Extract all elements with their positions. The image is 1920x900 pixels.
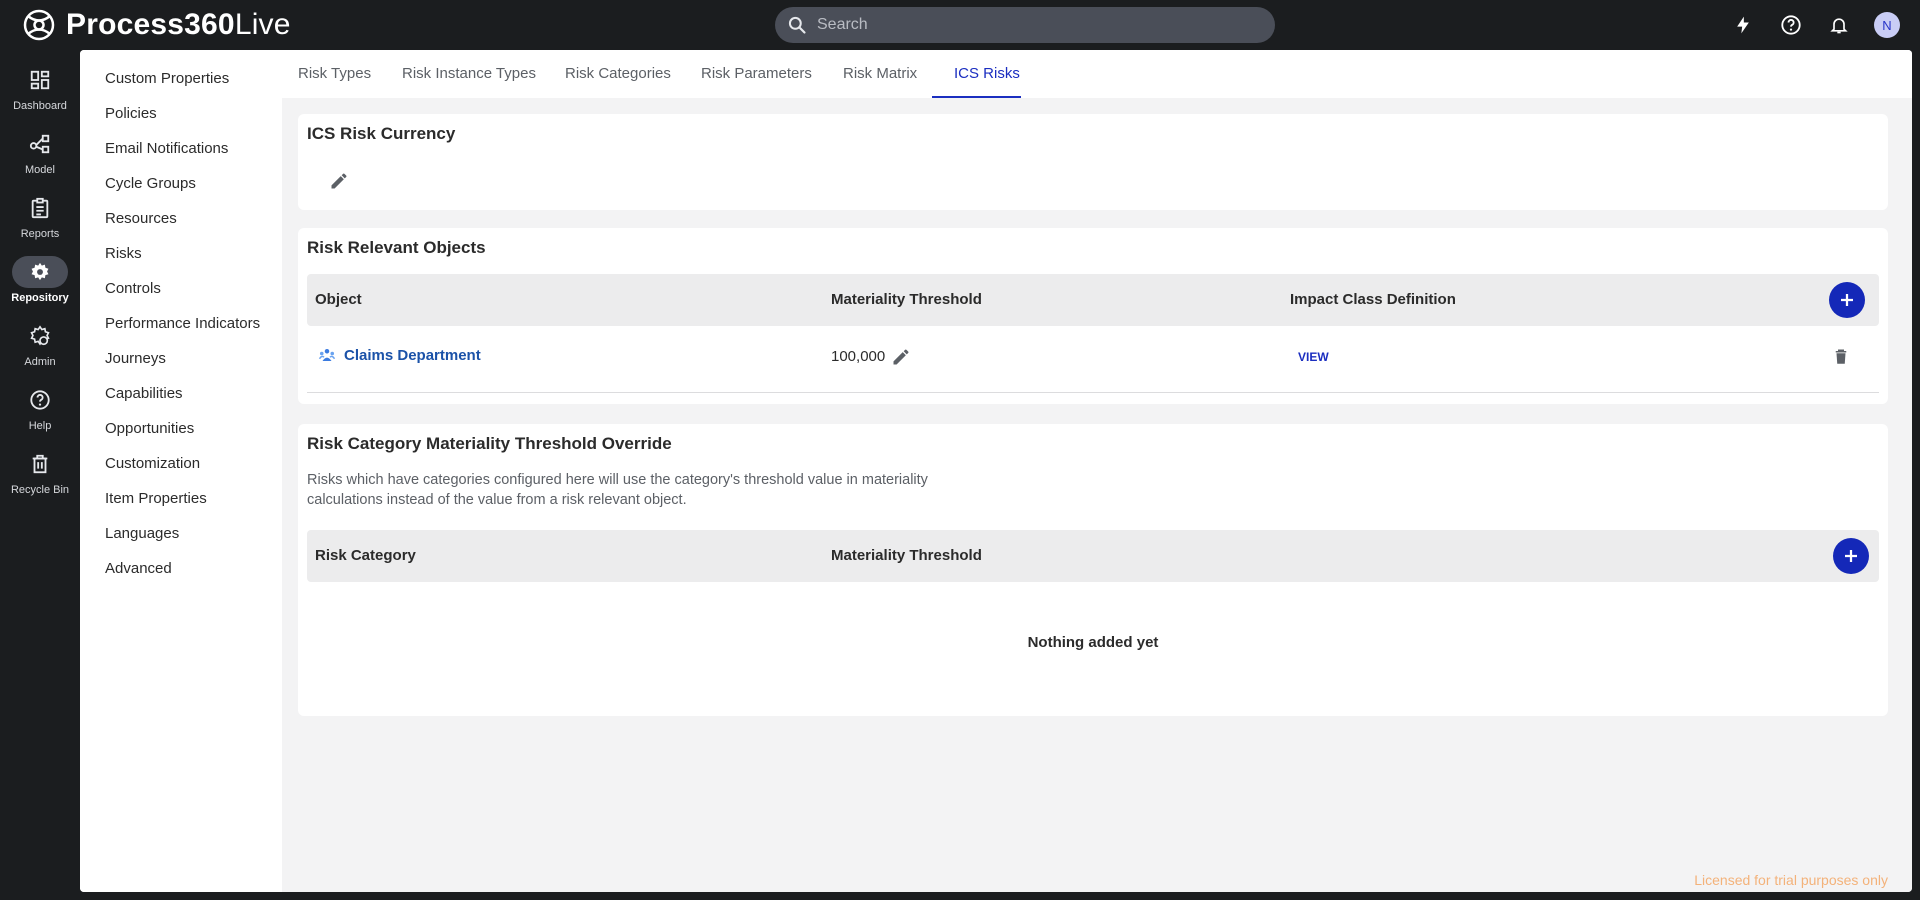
rail-item-recycle-bin[interactable]: Recycle Bin xyxy=(0,448,80,506)
subnav-item-risks[interactable]: Risks xyxy=(80,244,282,279)
column-header-materiality-threshold: Materiality Threshold xyxy=(831,291,982,308)
rail-item-admin[interactable]: Admin xyxy=(0,320,80,378)
rail-label-reports: Reports xyxy=(20,228,60,240)
subnav-item-policies[interactable]: Policies xyxy=(80,104,282,139)
avatar[interactable]: N xyxy=(1874,12,1900,38)
tab-risk-categories[interactable]: Risk Categories xyxy=(549,50,687,98)
empty-state-message: Nothing added yet xyxy=(1027,634,1159,651)
ics-risk-currency-card: ICS Risk Currency xyxy=(298,114,1888,210)
left-rail: Dashboard Model Reports Repository Admin… xyxy=(0,50,80,900)
repository-subnav: Custom Properties Policies Email Notific… xyxy=(80,50,282,892)
top-bar: Process360Live N xyxy=(0,0,1920,50)
subnav-item-capabilities[interactable]: Capabilities xyxy=(80,384,282,419)
gear-icon xyxy=(31,262,49,281)
app-name-bold: Process360 xyxy=(66,8,235,41)
logo-icon xyxy=(23,9,55,41)
rail-item-reports[interactable]: Reports xyxy=(0,192,80,250)
dashboard-icon xyxy=(30,70,50,90)
subnav-item-journeys[interactable]: Journeys xyxy=(80,349,282,384)
search-bar[interactable] xyxy=(775,7,1275,43)
rail-label-recycle-bin: Recycle Bin xyxy=(10,484,70,496)
rail-item-dashboard[interactable]: Dashboard xyxy=(0,64,80,122)
app-name-light: Live xyxy=(234,8,291,41)
lightning-icon xyxy=(1737,16,1749,34)
subnav-item-controls[interactable]: Controls xyxy=(80,279,282,314)
trash-icon xyxy=(32,454,48,474)
column-header-impact-class-definition: Impact Class Definition xyxy=(1290,291,1456,308)
rail-item-model[interactable]: Model xyxy=(0,128,80,186)
object-link[interactable]: Claims Department xyxy=(344,347,481,364)
edit-threshold-button[interactable] xyxy=(888,344,914,370)
help-button[interactable] xyxy=(1778,12,1804,38)
tab-ics-risks[interactable]: ICS Risks xyxy=(938,50,1036,98)
add-risk-relevant-object-button[interactable] xyxy=(1829,282,1865,318)
add-category-override-button[interactable] xyxy=(1833,538,1869,574)
delete-row-button[interactable] xyxy=(1829,345,1853,369)
pencil-icon xyxy=(331,173,347,189)
edit-currency-button[interactable] xyxy=(324,166,354,196)
threshold-override-title: Risk Category Materiality Threshold Over… xyxy=(307,434,672,453)
content-area: Risk Types Risk Instance Types Risk Cate… xyxy=(282,50,1912,892)
plus-icon xyxy=(1845,550,1857,562)
tab-risk-types[interactable]: Risk Types xyxy=(282,50,387,98)
rail-label-model: Model xyxy=(25,164,55,176)
bell-icon xyxy=(1830,18,1848,34)
subnav-item-cycle-groups[interactable]: Cycle Groups xyxy=(80,174,282,209)
rail-item-help[interactable]: Help xyxy=(0,384,80,442)
app-name: Process360Live xyxy=(66,8,291,42)
subnav-item-advanced[interactable]: Advanced xyxy=(80,559,282,594)
rail-item-repository[interactable]: Repository xyxy=(0,256,80,314)
rail-label-dashboard: Dashboard xyxy=(13,100,67,112)
column-header-risk-category: Risk Category xyxy=(315,547,416,564)
quick-actions-button[interactable] xyxy=(1730,12,1756,38)
help-icon xyxy=(30,390,50,410)
threshold-value: 100,000 xyxy=(831,348,886,365)
pencil-icon xyxy=(893,349,909,365)
override-table-header: Risk Category Materiality Threshold xyxy=(307,530,1879,582)
subnav-item-customization[interactable]: Customization xyxy=(80,454,282,489)
reports-icon xyxy=(31,197,49,219)
rail-label-help: Help xyxy=(28,420,52,432)
search-input[interactable] xyxy=(817,16,1237,34)
column-header-object: Object xyxy=(315,291,362,308)
org-unit-icon xyxy=(318,349,336,361)
ics-risk-currency-title: ICS Risk Currency xyxy=(307,124,456,143)
subnav-item-opportunities[interactable]: Opportunities xyxy=(80,419,282,454)
rail-label-admin: Admin xyxy=(24,356,56,368)
help-circle-icon xyxy=(1781,15,1801,35)
notifications-button[interactable] xyxy=(1826,12,1852,38)
rail-label-repository: Repository xyxy=(11,292,69,304)
trash-icon xyxy=(1835,349,1847,364)
view-impact-class-button[interactable]: VIEW xyxy=(1298,350,1329,364)
subnav-item-languages[interactable]: Languages xyxy=(80,524,282,559)
app-logo[interactable]: Process360Live xyxy=(22,8,291,42)
row-divider xyxy=(307,392,1879,393)
tab-risk-matrix[interactable]: Risk Matrix xyxy=(827,50,933,98)
model-icon xyxy=(29,134,50,154)
search-icon xyxy=(788,16,806,34)
tab-risk-parameters[interactable]: Risk Parameters xyxy=(685,50,828,98)
threshold-override-card: Risk Category Materiality Threshold Over… xyxy=(298,424,1888,716)
active-tab-indicator xyxy=(932,96,1021,98)
tab-bar: Risk Types Risk Instance Types Risk Cate… xyxy=(282,50,1912,98)
subnav-item-email-notifications[interactable]: Email Notifications xyxy=(80,139,282,174)
rro-table-header: Object Materiality Threshold Impact Clas… xyxy=(307,274,1879,326)
subnav-item-performance-indicators[interactable]: Performance Indicators xyxy=(80,314,282,349)
top-actions: N xyxy=(1730,12,1900,38)
admin-icon xyxy=(30,325,50,346)
column-header-materiality-threshold: Materiality Threshold xyxy=(831,547,982,564)
main-panel: Custom Properties Policies Email Notific… xyxy=(80,50,1912,892)
subnav-item-resources[interactable]: Resources xyxy=(80,209,282,244)
threshold-override-description: Risks which have categories configured h… xyxy=(307,472,928,508)
subnav-item-custom-properties[interactable]: Custom Properties xyxy=(80,69,282,104)
tab-risk-instance-types[interactable]: Risk Instance Types xyxy=(386,50,552,98)
risk-relevant-objects-title: Risk Relevant Objects xyxy=(307,238,486,257)
license-notice: Licensed for trial purposes only xyxy=(1694,872,1888,888)
plus-icon xyxy=(1841,294,1853,306)
risk-relevant-objects-card: Risk Relevant Objects Object Materiality… xyxy=(298,228,1888,404)
subnav-item-item-properties[interactable]: Item Properties xyxy=(80,489,282,524)
